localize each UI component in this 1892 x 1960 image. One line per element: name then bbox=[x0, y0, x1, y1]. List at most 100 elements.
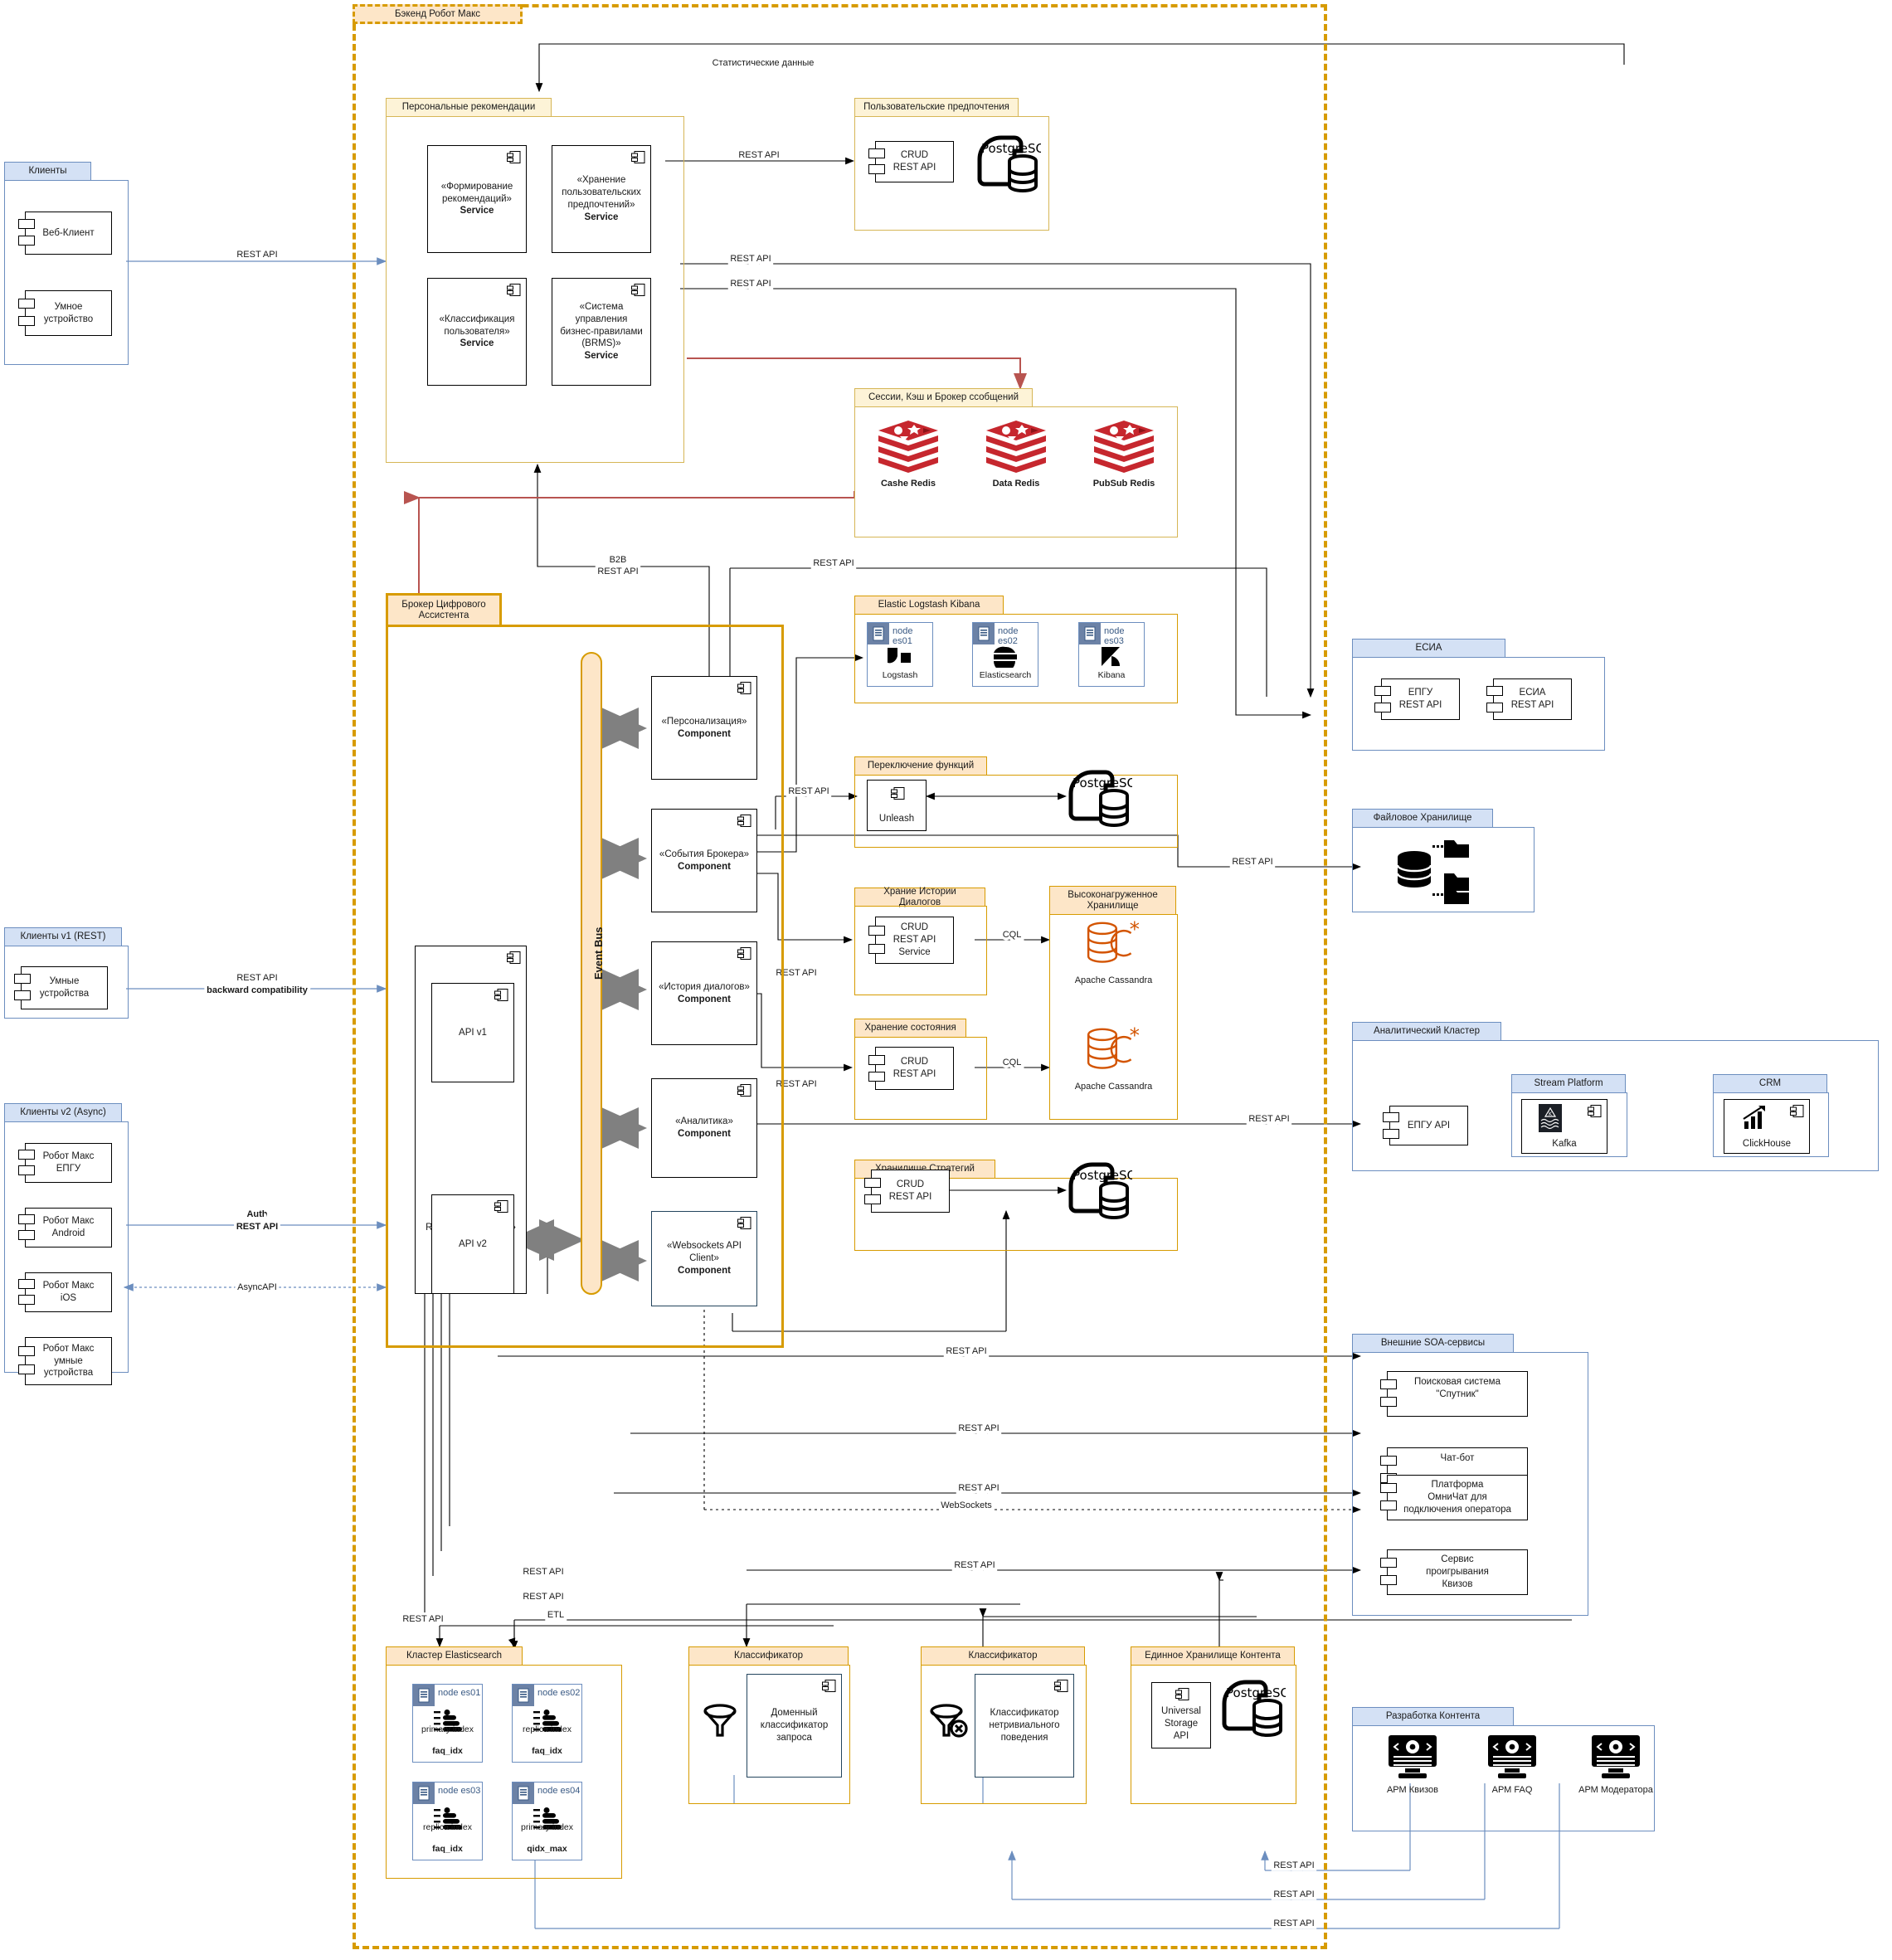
node-es02-replica: node es02 replica index faq_idx bbox=[512, 1684, 582, 1763]
iface-stub bbox=[18, 1279, 35, 1289]
component-icon bbox=[891, 787, 905, 800]
svg-text:REST API: REST API bbox=[236, 1222, 278, 1232]
package-sessions-tab: Сессии, Кэш и Брокер ссобщений bbox=[854, 388, 1033, 406]
node-label: primary index qidx_max bbox=[520, 1821, 574, 1854]
component-domain-query-classifier[interactable]: Доменный классификатор запроса bbox=[747, 1674, 842, 1778]
node-name: node es04 bbox=[537, 1786, 581, 1796]
db-apache-cassandra-1: * Apache Cassandra bbox=[1070, 921, 1157, 999]
event-bus: Event Bus bbox=[581, 652, 605, 1295]
package-clients-tab: Клиенты bbox=[4, 162, 91, 180]
package-esia-tab: ЕСИА bbox=[1352, 639, 1505, 657]
component-strategy-store-crud[interactable]: CRUD REST API bbox=[864, 1170, 950, 1213]
component-universal-storage-api[interactable]: Universal Storage API bbox=[1151, 1682, 1211, 1748]
component-icon bbox=[494, 989, 508, 1001]
node-label: PubSub Redis bbox=[1092, 479, 1155, 489]
component-personalization[interactable]: «Персонализация» Component bbox=[651, 676, 757, 780]
component-dialog-history[interactable]: «История диалогов» Component bbox=[651, 941, 757, 1045]
node-name: node es03 bbox=[438, 1786, 481, 1796]
cassandra-icon: * bbox=[1087, 1027, 1139, 1069]
component-nontrivial-behavior-classifier[interactable]: Классификатор нетривиального поведения bbox=[975, 1674, 1074, 1778]
workstation-arm-quiz[interactable]: АРМ Квизов bbox=[1367, 1734, 1458, 1812]
component-icon bbox=[631, 151, 645, 163]
component-robot-max-smart-devices[interactable]: Робот Макс умные устройства bbox=[18, 1337, 112, 1385]
service-brms[interactable]: «Система управления бизнес-правилами (BR… bbox=[552, 278, 651, 386]
component-broker-events[interactable]: «События Брокера» Component bbox=[651, 809, 757, 912]
component-smart-devices-v1[interactable]: Умные устройства bbox=[14, 966, 108, 1009]
component-smart-device[interactable]: Умное устройство bbox=[18, 290, 112, 336]
workstation-arm-faq[interactable]: АРМ FAQ bbox=[1466, 1734, 1558, 1812]
iface-stub bbox=[18, 219, 35, 229]
component-omnichat-platform[interactable]: Платформа ОмниЧат для подключения операт… bbox=[1380, 1475, 1528, 1520]
component-kafka[interactable]: K Kafka bbox=[1521, 1099, 1607, 1154]
iface-stub bbox=[1486, 703, 1503, 713]
service-recommendation-forming[interactable]: «Формирование рекомендаций» Service bbox=[427, 145, 527, 253]
iface-stub bbox=[1383, 1112, 1399, 1122]
iface-stub bbox=[864, 1178, 881, 1188]
db-postgresql-content: PostgreSQL bbox=[1219, 1677, 1297, 1742]
package-es-cluster-tab: Кластер Elasticsearch bbox=[386, 1646, 523, 1665]
iface-stub bbox=[18, 1150, 35, 1160]
iface-stub bbox=[18, 1230, 35, 1240]
component-epgu-rest-api[interactable]: ЕПГУ REST API bbox=[1374, 678, 1460, 720]
server-icon bbox=[513, 1685, 534, 1706]
component-icon bbox=[737, 947, 751, 960]
iface-stub bbox=[1380, 1379, 1397, 1389]
component-unleash[interactable]: Unleash bbox=[867, 780, 927, 831]
node-es03-kibana: node es03 Kibana bbox=[1078, 622, 1145, 687]
svg-text:REST API: REST API bbox=[236, 250, 277, 260]
backend-boundary-tab: Бэкенд Робот Макс bbox=[353, 4, 523, 24]
component-quiz-playback-service[interactable]: Сервис проигрывания Квизов bbox=[1380, 1549, 1528, 1595]
component-dialog-history-crud[interactable]: CRUD REST API Service bbox=[868, 917, 954, 964]
package-elk-tab: Elastic Logstash Kibana bbox=[854, 596, 1004, 614]
svg-text:*: * bbox=[1129, 921, 1139, 941]
service-user-preferences-store[interactable]: «Хранение пользовательских предпочтений»… bbox=[552, 145, 651, 253]
iface-stub bbox=[868, 926, 885, 936]
node-es01-primary: node es01 primary index faq_idx bbox=[412, 1684, 483, 1763]
iface-stub bbox=[868, 164, 885, 174]
component-web-client[interactable]: Веб-Клиент bbox=[18, 212, 112, 255]
package-analytics-cluster-tab: Аналитический Кластер bbox=[1352, 1022, 1501, 1040]
iface-stub bbox=[868, 148, 885, 158]
component-robot-max-android[interactable]: Робот Макс Android bbox=[18, 1208, 112, 1247]
funnel-blocked-icon bbox=[930, 1704, 968, 1738]
package-content-storage-tab: Единное Хранилище Контента bbox=[1131, 1646, 1295, 1665]
workstation-arm-moderator[interactable]: АРМ Модератора bbox=[1566, 1734, 1666, 1812]
svg-text:REST API: REST API bbox=[236, 250, 277, 260]
workstation-icon bbox=[1488, 1735, 1536, 1778]
component-search-sputnik[interactable]: Поисковая система "Спутник" bbox=[1380, 1371, 1528, 1417]
iface-stub bbox=[868, 1055, 885, 1065]
server-icon bbox=[973, 623, 995, 644]
svg-text:PostgreSQL: PostgreSQL bbox=[981, 141, 1041, 156]
iface-stub bbox=[14, 974, 31, 984]
component-epgu-api[interactable]: ЕПГУ API bbox=[1383, 1106, 1468, 1145]
component-robot-max-epgu[interactable]: Робот Макс ЕПГУ bbox=[18, 1143, 112, 1183]
service-user-classification[interactable]: «Классификация пользователя» Service bbox=[427, 278, 527, 386]
iface-stub bbox=[1486, 686, 1503, 696]
iface-stub bbox=[1380, 1500, 1397, 1510]
svg-text:REST API: REST API bbox=[236, 973, 277, 983]
component-icon bbox=[1588, 1105, 1602, 1117]
component-robot-max-ios[interactable]: Робот Макс iOS bbox=[18, 1272, 112, 1312]
component-websockets-api-client[interactable]: «Websockets API Client» Component bbox=[651, 1211, 757, 1306]
component-icon bbox=[1175, 1688, 1189, 1700]
svg-text:backward compatibility: backward compatibility bbox=[207, 985, 309, 995]
node-label: Logstash bbox=[882, 669, 918, 680]
svg-text:PostgreSQL: PostgreSQL bbox=[1072, 1168, 1132, 1183]
component-api-v2[interactable]: API v2 bbox=[431, 1194, 514, 1294]
svg-text:AsyncAPI: AsyncAPI bbox=[237, 1282, 277, 1292]
workstation-icon bbox=[1592, 1735, 1640, 1778]
node-name: node es01 bbox=[892, 626, 913, 646]
component-icon bbox=[822, 1680, 836, 1692]
workstation-icon bbox=[1389, 1735, 1437, 1778]
component-state-store-crud[interactable]: CRUD REST API bbox=[868, 1047, 954, 1090]
component-analytics[interactable]: «Аналитика» Component bbox=[651, 1078, 757, 1178]
component-esia-rest-api[interactable]: ЕСИА REST API bbox=[1486, 678, 1572, 720]
elasticsearch-icon bbox=[994, 646, 1017, 668]
component-clickhouse[interactable]: ClickHouse bbox=[1724, 1099, 1810, 1154]
component-api-v1[interactable]: API v1 bbox=[431, 983, 514, 1082]
iface-stub bbox=[1380, 1456, 1397, 1466]
chart-up-icon bbox=[1743, 1106, 1765, 1129]
component-user-preferences-crud[interactable]: CRUD REST API bbox=[868, 141, 954, 182]
node-es01-logstash: node es01 Logstash bbox=[867, 622, 933, 687]
svg-text:Auth: Auth bbox=[246, 1209, 267, 1219]
